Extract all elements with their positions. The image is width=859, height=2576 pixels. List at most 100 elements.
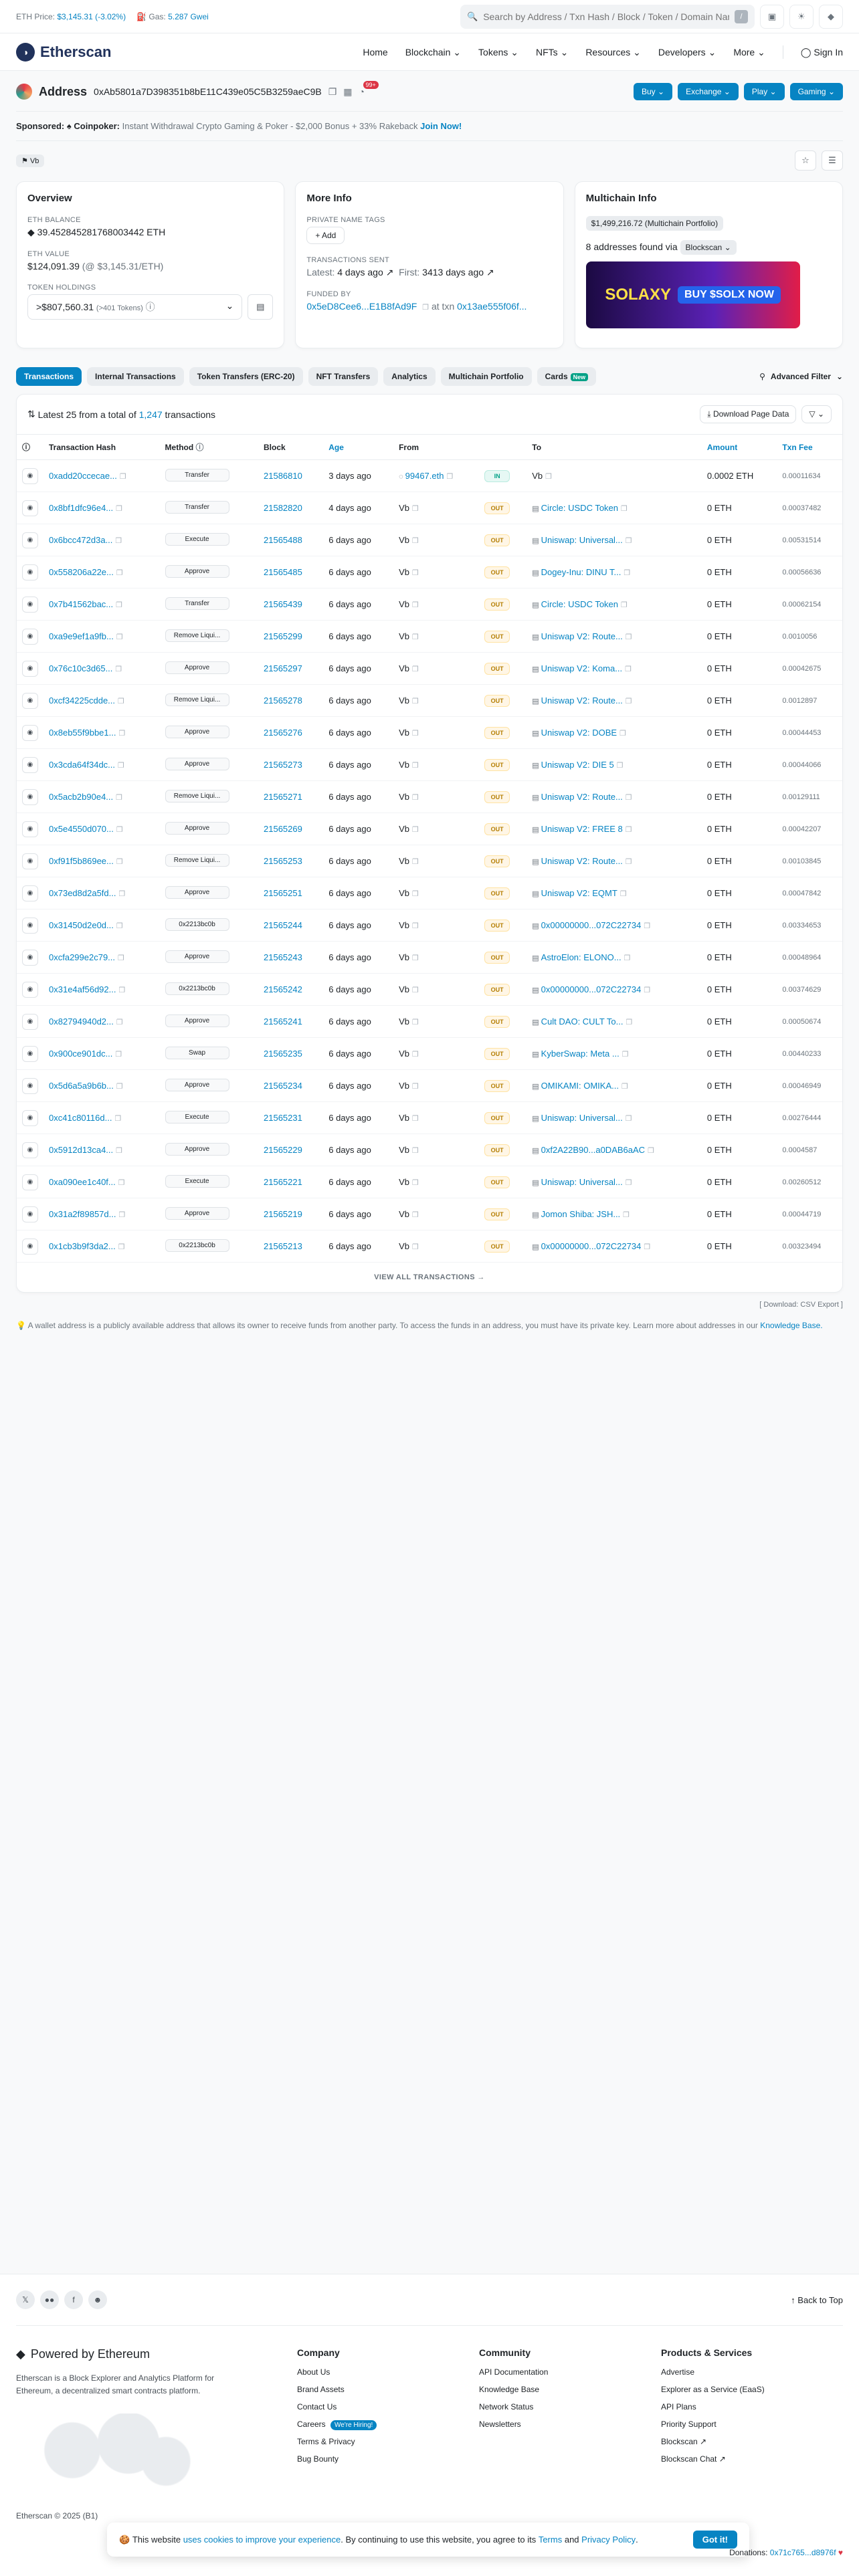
tx-hash-link[interactable]: 0x76c10c3d65... [49,663,112,673]
tab-cards[interactable]: Cards New [537,367,597,386]
block-link[interactable]: 21565243 [264,952,302,962]
copy-icon[interactable]: ❐ [116,794,122,802]
footer-blockscan[interactable]: Blockscan ↗ [661,2437,843,2446]
eye-icon[interactable]: ◉ [22,692,38,709]
copy-icon[interactable]: ❐ [624,569,630,577]
copy-icon[interactable]: ❐ [621,601,628,609]
tx-hash-link[interactable]: 0x8bf1dfc96e4... [49,503,113,513]
csv-export[interactable]: [ Download: CSV Export ] [16,1301,843,1309]
to-link[interactable]: 0xf2A22B90...a0DAB6aAC [541,1145,645,1155]
tx-hash-link[interactable]: 0xadd20ccecae... [49,471,117,481]
add-tag-button[interactable]: + Add [306,227,345,244]
eye-icon[interactable]: ◉ [22,724,38,741]
block-link[interactable]: 21565242 [264,984,302,994]
to-link[interactable]: 0x00000000...072C22734 [541,920,642,930]
eye-icon[interactable]: ◉ [22,500,38,516]
to-link[interactable]: Uniswap: Universal... [541,1177,623,1187]
to-link[interactable]: Circle: USDC Token [541,599,618,609]
col-age[interactable]: Age [323,434,394,460]
gas-price[interactable]: 5.287 Gwei [168,12,209,21]
block-link[interactable]: 21565231 [264,1113,302,1123]
eye-icon[interactable]: ◉ [22,917,38,934]
col-txn-fee[interactable]: Txn Fee [777,434,842,460]
copy-icon[interactable]: ❐ [622,1083,628,1091]
wallet-portfolio-icon[interactable]: ▤ [248,294,274,320]
block-link[interactable]: 21565297 [264,663,302,673]
to-link[interactable]: Uniswap V2: EQMT [541,888,617,898]
eye-icon[interactable]: ◉ [22,853,38,869]
tab-multichain-portfolio[interactable]: Multichain Portfolio [440,367,532,386]
to-link[interactable]: Uniswap V2: FREE 8 [541,824,623,834]
help-icon[interactable]: ⓘ [17,434,43,460]
copy-icon[interactable]: ❐ [115,537,122,545]
filter-dropdown-button[interactable]: ▽ ⌄ [801,405,832,423]
block-link[interactable]: 21586810 [264,471,302,481]
block-link[interactable]: 21565485 [264,567,302,577]
nav-resources[interactable]: Resources ⌄ [585,47,641,58]
copy-icon[interactable]: ❐ [412,1179,419,1187]
eye-icon[interactable]: ◉ [22,660,38,677]
eye-icon[interactable]: ◉ [22,467,38,484]
copy-icon[interactable]: ❐ [545,473,552,481]
block-link[interactable]: 21565244 [264,920,302,930]
arrow-icon-2[interactable]: ↗ [486,267,494,278]
to-link[interactable]: Jomon Shiba: JSH... [541,1209,621,1219]
tx-hash-link[interactable]: 0x900ce901dc... [49,1049,112,1059]
footer-priority-support[interactable]: Priority Support [661,2420,843,2429]
copy-icon[interactable]: ❐ [644,922,650,930]
tx-hash-link[interactable]: 0x7b41562bac... [49,599,113,609]
tab-analytics[interactable]: Analytics [383,367,436,386]
to-link[interactable]: Cult DAO: CULT To... [541,1016,624,1027]
exchange-button[interactable]: Exchange ⌄ [678,83,739,100]
footer-newsletters[interactable]: Newsletters [479,2420,661,2429]
block-link[interactable]: 21565273 [264,760,302,770]
token-holdings-dropdown[interactable]: >$807,560.31 (>401 Tokens) ⓘ ⌄ [27,294,243,320]
copy-icon[interactable]: ❐ [412,1147,419,1155]
copy-icon[interactable]: ❐ [118,1179,125,1187]
eye-icon[interactable]: ◉ [22,981,38,998]
eye-icon[interactable]: ◉ [22,564,38,580]
tab-token-transfers[interactable]: Token Transfers (ERC-20) [189,367,303,386]
tx-hash-link[interactable]: 0x5e4550d070... [49,824,114,834]
to-link[interactable]: KyberSwap: Meta ... [541,1049,619,1059]
copy-icon[interactable]: ❐ [626,633,632,641]
facebook-icon[interactable]: f [64,2290,83,2309]
copy-icon[interactable]: ❐ [626,697,632,706]
copy-icon[interactable]: ❐ [626,537,632,545]
tx-hash-link[interactable]: 0x31450d2e0d... [49,920,114,930]
copy-icon[interactable]: ❐ [116,505,122,513]
footer-advertise[interactable]: Advertise [661,2367,843,2377]
search-bar[interactable]: 🔍 / [460,5,755,29]
copy-icon[interactable]: ❐ [624,954,631,962]
copy-icon[interactable]: ❐ [626,1179,632,1187]
footer-terms[interactable]: Terms & Privacy [297,2437,479,2446]
to-link[interactable]: Uniswap: Universal... [541,535,623,545]
copy-icon[interactable]: ❐ [412,922,419,930]
footer-careers[interactable]: Careers We're Hiring! [297,2420,479,2430]
to-link[interactable]: Uniswap V2: Route... [541,695,623,706]
tx-hash-link[interactable]: 0xf91f5b869ee... [49,856,114,866]
tab-transactions[interactable]: Transactions [16,367,82,386]
nav-blockchain[interactable]: Blockchain ⌄ [405,47,461,58]
block-link[interactable]: 21565241 [264,1016,302,1027]
advanced-filter[interactable]: ⚲ Advanced Filter ⌄ [759,372,843,381]
footer-about-us[interactable]: About Us [297,2367,479,2377]
block-link[interactable]: 21565234 [264,1081,302,1091]
copy-icon[interactable]: ❐ [115,665,122,673]
copy-icon[interactable]: ❐ [626,1115,632,1123]
join-now-link[interactable]: Join Now! [420,121,462,131]
copy-icon[interactable]: ❐ [118,762,124,770]
copy-icon[interactable]: ❐ [412,601,419,609]
copy-icon[interactable]: ❐ [412,1243,419,1251]
copy-icon[interactable]: ❐ [116,1147,122,1155]
footer-brand-assets[interactable]: Brand Assets [297,2385,479,2394]
copy-icon[interactable]: ❐ [644,1243,650,1251]
footer-api-docs[interactable]: API Documentation [479,2367,661,2377]
copy-icon[interactable]: ❐ [412,569,419,577]
copy-icon[interactable]: ❐ [118,1211,125,1219]
tab-internal-transactions[interactable]: Internal Transactions [87,367,184,386]
copy-icon[interactable]: ❐ [626,826,632,834]
funded-by-link[interactable]: 0x5eD8Cee6...E1B8fAd9F [306,301,417,312]
from-link[interactable]: 99467.eth [405,471,444,481]
copy-icon[interactable]: ❐ [116,922,123,930]
